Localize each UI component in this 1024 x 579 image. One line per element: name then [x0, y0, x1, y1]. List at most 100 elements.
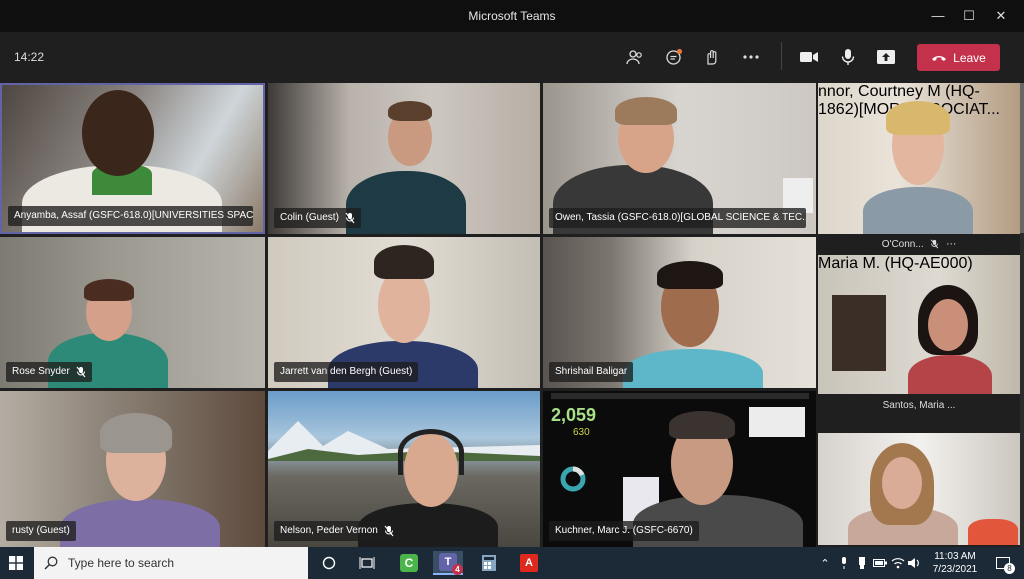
usb-tray-icon[interactable] [854, 547, 870, 579]
participants-button[interactable] [621, 44, 649, 70]
close-button[interactable]: ✕ [989, 6, 1013, 26]
participant-name-label: rusty (Guest) [6, 521, 76, 541]
participant-body [863, 187, 973, 234]
wifi-icon [891, 558, 905, 569]
leave-label: Leave [953, 50, 986, 65]
hair [886, 101, 950, 135]
more-icon[interactable]: ⋯ [946, 239, 956, 250]
panel-scrollbar[interactable] [1020, 83, 1024, 547]
notification-count-badge: 8 [1004, 563, 1015, 574]
video-tile[interactable]: Shrishail Baligar [543, 237, 816, 388]
battery-tray-icon[interactable] [872, 547, 888, 579]
people-icon [626, 50, 642, 65]
participant-body [346, 171, 466, 234]
raise-hand-button[interactable] [698, 44, 726, 70]
participant-name-label: Rose Snyder [6, 362, 92, 382]
windows-logo-icon [9, 556, 23, 570]
side-video-tile[interactable] [818, 433, 1020, 545]
microphone-icon [841, 49, 855, 65]
more-icon [743, 55, 759, 59]
mic-tray-icon[interactable] [836, 547, 852, 579]
side-participant-caption: O'Conn... ⋯ [881, 239, 957, 250]
clock-date: 7/23/2021 [932, 564, 978, 575]
chat-icon [666, 48, 683, 65]
acrobat-app-button[interactable]: A [514, 551, 544, 575]
notifications-icon: 8 [996, 557, 1015, 574]
acrobat-icon: A [520, 554, 538, 572]
meeting-toolbar: 14:22 Leave [0, 32, 1024, 82]
more-actions-button[interactable] [737, 44, 765, 70]
calculator-icon [482, 555, 496, 571]
start-button[interactable] [0, 547, 32, 579]
chat-button[interactable] [660, 44, 688, 70]
meeting-timer: 14:22 [14, 50, 45, 64]
participant-body [60, 499, 220, 547]
taskbar-clock[interactable]: 11:03 AM 7/23/2021 [920, 550, 990, 576]
participant-name-label: Shrishail Baligar [549, 362, 634, 382]
hair [615, 97, 677, 125]
battery-icon [873, 559, 887, 567]
participant-name-label: Kuchner, Marc J. (GSFC-6670) [549, 521, 699, 541]
taskbar-search-box[interactable]: Type here to search [34, 547, 308, 579]
face [928, 299, 968, 351]
task-view-button[interactable] [352, 551, 382, 575]
maximize-button[interactable]: ☐ [957, 6, 981, 26]
side-participant-caption: Santos, Maria ... [882, 400, 956, 411]
teams-icon: T 4 [439, 553, 463, 575]
video-tile[interactable]: Jarrett van den Bergh (Guest) [268, 237, 540, 388]
device-icon [859, 557, 865, 569]
chair [968, 519, 1018, 545]
dashboard-menu [749, 407, 805, 437]
hand-icon [707, 50, 717, 65]
camtasia-icon: C [400, 554, 418, 572]
dashboard-small-number: 630 [573, 427, 590, 438]
hair [657, 261, 723, 289]
volume-icon [908, 558, 919, 568]
calculator-app-button[interactable] [474, 551, 504, 575]
teams-badge: 4 [452, 564, 463, 575]
mic-off-icon [76, 366, 86, 378]
video-tile[interactable]: Colin (Guest) [268, 83, 540, 234]
participant-name-label: Nelson, Peder Vernon [274, 521, 400, 541]
participant-name-label: Maria M. (HQ-AE000) [818, 255, 973, 272]
clock-time: 11:03 AM [934, 551, 976, 562]
hang-up-icon [932, 55, 947, 61]
scrollbar-thumb[interactable] [1020, 83, 1024, 233]
task-view-icon [359, 557, 375, 569]
wifi-tray-icon[interactable] [890, 547, 906, 579]
side-video-tile[interactable]: Maria M. (HQ-AE000) [818, 255, 1020, 394]
side-participants-panel: nnor, Courtney M (HQ-1862)[MORI ASSOCIAT… [818, 83, 1024, 547]
video-tile[interactable]: 2,059 630 Kuchner, Marc J. (GSFC-6670) [543, 391, 816, 547]
share-screen-button[interactable] [872, 44, 900, 70]
hair [100, 413, 172, 453]
hair [374, 245, 434, 279]
video-tile[interactable]: Owen, Tassia (GSFC-618.0)[GLOBAL SCIENCE… [543, 83, 816, 234]
title-bar: Microsoft Teams — ☐ ✕ [0, 0, 1024, 32]
action-center-button[interactable]: 8 [990, 547, 1016, 579]
minimize-button[interactable]: — [926, 6, 950, 26]
cortana-button[interactable] [314, 551, 344, 575]
side-video-tile[interactable]: nnor, Courtney M (HQ-1862)[MORI ASSOCIAT… [818, 83, 1020, 234]
share-icon [877, 50, 895, 64]
participant-name-label: Colin (Guest) [274, 208, 361, 228]
video-tile[interactable]: Nelson, Peder Vernon [268, 391, 540, 547]
microphone-button[interactable] [834, 44, 862, 70]
leave-button[interactable]: Leave [917, 44, 1000, 71]
headphones [398, 429, 464, 475]
show-hidden-icons-button[interactable]: ⌃ [818, 547, 832, 579]
camera-button[interactable] [795, 44, 823, 70]
video-tile[interactable]: Rose Snyder [0, 237, 265, 388]
participant-name-label: Owen, Tassia (GSFC-618.0)[GLOBAL SCIENCE… [549, 208, 806, 228]
video-tile[interactable]: rusty (Guest) [0, 391, 265, 547]
bookshelf [832, 295, 886, 371]
participant-name-label: Jarrett van den Bergh (Guest) [274, 362, 419, 382]
mic-off-icon [931, 239, 939, 249]
camtasia-app-button[interactable]: C [394, 551, 424, 575]
participant-body [908, 355, 992, 394]
teams-app-button[interactable]: T 4 [433, 551, 463, 575]
video-tile[interactable]: Anyamba, Assaf (GSFC-618.0)[UNIVERSITIES… [0, 83, 265, 234]
toolbar-divider [781, 42, 782, 70]
microphone-icon [842, 557, 846, 569]
windows-taskbar: Type here to search C T 4 A ⌃ 11:03 AM 7… [0, 547, 1024, 579]
participant-body [623, 349, 763, 388]
